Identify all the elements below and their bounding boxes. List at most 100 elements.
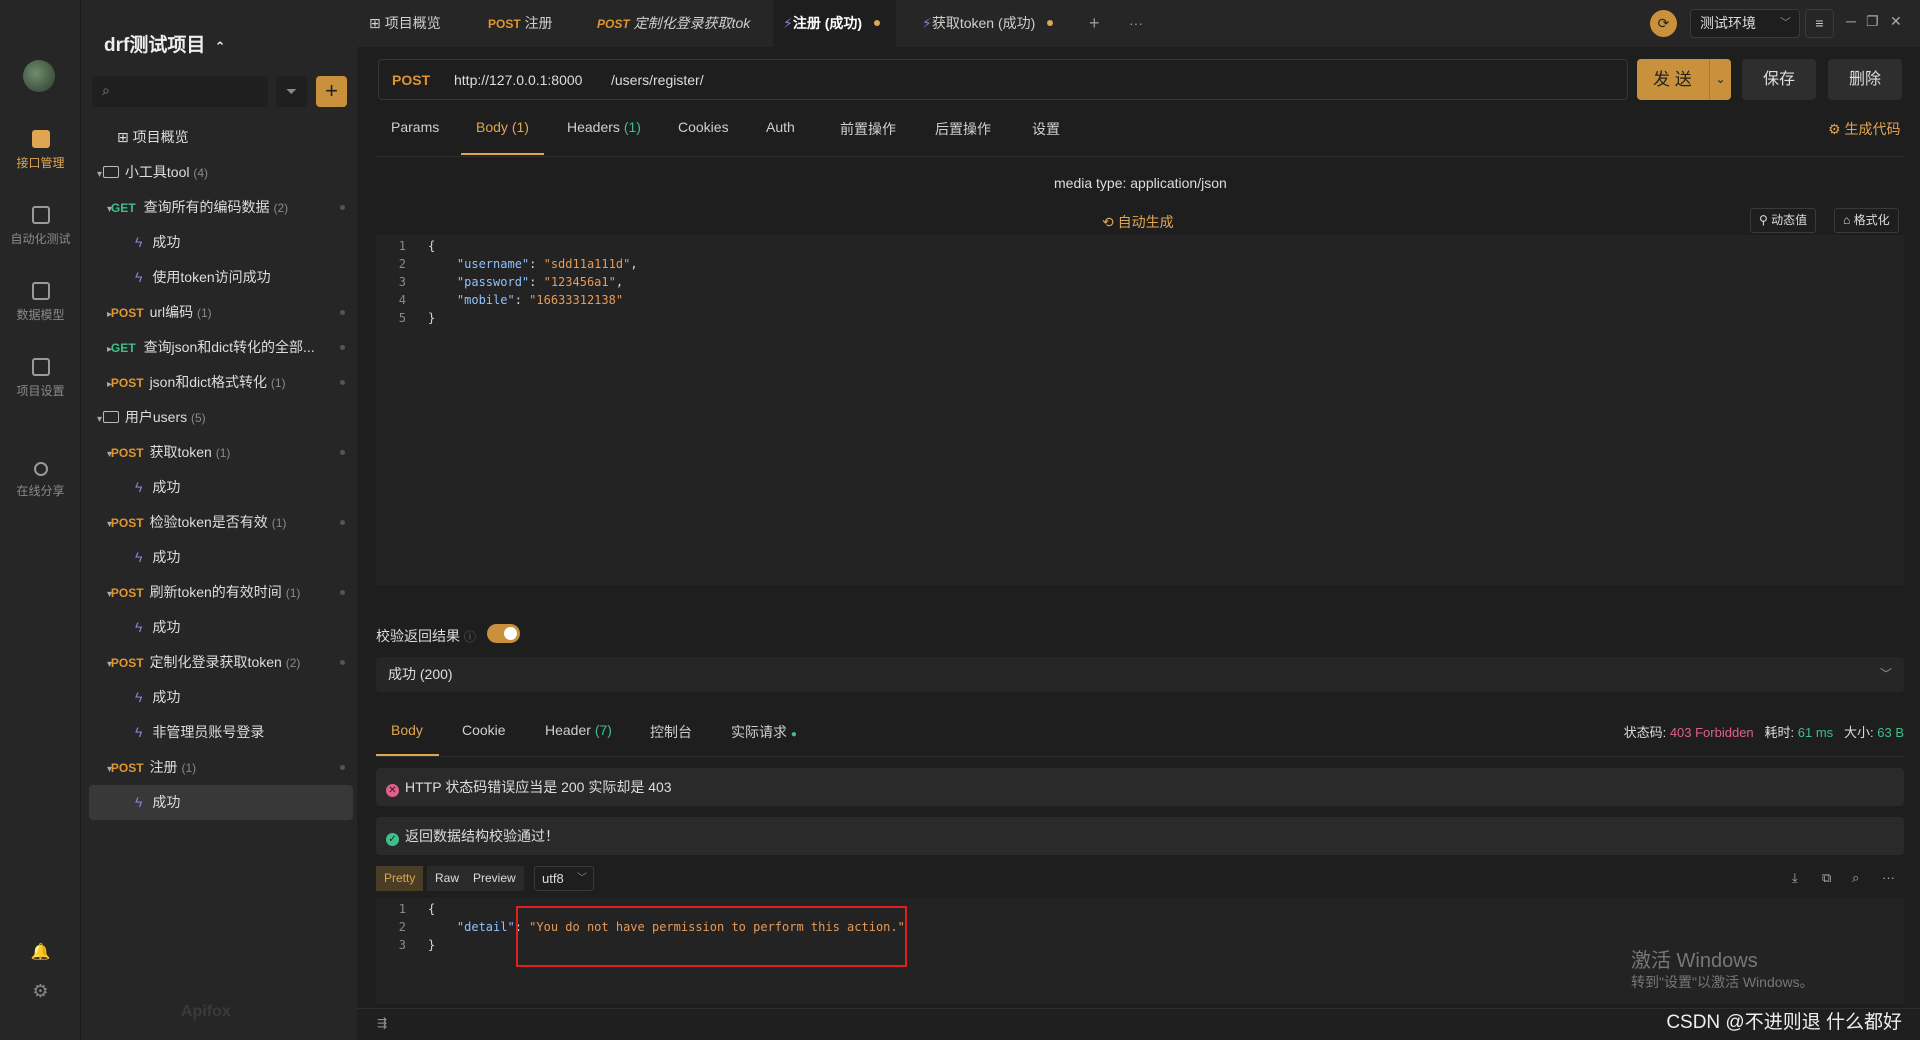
request-body-editor[interactable]: 1 {2 "username": "sdd11a111d", 3 "password… (376, 235, 1904, 585)
rail-item-settings[interactable]: 项目设置 (0, 358, 81, 399)
tab-get-token-success[interactable]: ⚡获取token (成功) (922, 0, 1054, 47)
tree-count: (2) (285, 656, 301, 670)
url-bar[interactable]: POST http://127.0.0.1:8000 /users/regist… (378, 59, 1628, 100)
request-tab-body[interactable]: Body (1) (476, 119, 529, 135)
tab-custom-login[interactable]: POST 定制化登录获取tok (597, 0, 750, 47)
add-button[interactable]: + (316, 76, 347, 107)
request-tab-后置操作[interactable]: 后置操作 (935, 119, 991, 139)
add-tab-button[interactable]: + (1089, 0, 1100, 47)
dynamic-value-button[interactable]: ⚲ 动态值 (1750, 208, 1817, 233)
maximize-icon[interactable]: ❐ (1866, 13, 1879, 30)
project-title[interactable]: drf测试项目 ⌃ (104, 30, 226, 57)
tree-api[interactable]: ▾ GET 查询所有的编码数据 (2) (89, 190, 353, 225)
rail-label: 自动化测试 (10, 232, 71, 246)
save-button[interactable]: 保存 (1742, 59, 1816, 100)
tree-case[interactable]: ϟ 使用token访问成功 (89, 260, 353, 295)
menu-button[interactable]: ≡ (1805, 9, 1834, 38)
tab-overview[interactable]: ⊞ 项目概览 (369, 0, 441, 47)
tree-label: 项目概览 (132, 129, 189, 145)
tree-case[interactable]: ϟ 成功 (89, 470, 353, 505)
filter-button[interactable]: ⏷ (276, 76, 307, 107)
send-label: 发 送 (1653, 70, 1692, 89)
environment-select[interactable]: 测试环境 ﹀ (1690, 9, 1800, 38)
response-tab-0[interactable]: Body (391, 722, 423, 738)
tree-folder[interactable]: ▾ 用户users (5) (89, 400, 353, 435)
close-icon[interactable]: ✕ (1890, 13, 1902, 30)
tree-api[interactable]: ▸ GET 查询json和dict转化的全部... (89, 330, 353, 365)
response-tab-4[interactable]: 实际请求 ● (731, 722, 797, 742)
json-key: "username" (456, 257, 530, 271)
rail-item-automation[interactable]: 自动化测试 (0, 206, 81, 247)
json-punct (428, 293, 457, 307)
raw-button[interactable]: Raw (427, 866, 468, 891)
tree-item-overview[interactable]: ⊞ 项目概览 (89, 120, 353, 155)
delete-button[interactable]: 删除 (1828, 59, 1902, 100)
tree-case[interactable]: ϟ 成功 (89, 610, 353, 645)
tree-api[interactable]: ▸ POST json和dict格式转化 (1) (89, 365, 353, 400)
response-tab-3[interactable]: 控制台 (650, 722, 692, 742)
save-response-icon[interactable]: ⤓ (1792, 870, 1798, 886)
tree-case[interactable]: ϟ 成功 (89, 680, 353, 715)
layout-icon[interactable]: ⇶ (377, 1016, 387, 1030)
format-button[interactable]: ⌂ 格式化 (1834, 208, 1899, 233)
url-path[interactable]: /users/register/ (611, 72, 704, 88)
tree-label: 注册 (149, 759, 178, 775)
avatar[interactable] (23, 60, 55, 92)
line-number: 3 (398, 938, 406, 952)
response-definition-select[interactable]: 成功 (200) ﹀ (376, 657, 1904, 692)
bell-icon[interactable]: 🔔 (0, 942, 81, 962)
line-number: 5 (398, 311, 406, 325)
rail-item-data-model[interactable]: 数据模型 (0, 282, 81, 323)
generate-code-button[interactable]: ⚙ 生成代码 (1828, 119, 1900, 139)
pretty-button[interactable]: Pretty (376, 866, 424, 891)
tree-api[interactable]: ▾ POST 注册 (1) (89, 750, 353, 785)
json-punct: : (529, 275, 544, 289)
request-tab-params[interactable]: Params (391, 119, 439, 135)
preview-button[interactable]: Preview (465, 866, 524, 891)
search-input[interactable]: ⌕ (92, 76, 268, 107)
tree-api[interactable]: ▸ POST url编码 (1) (89, 295, 353, 330)
more-icon[interactable]: ··· (1882, 870, 1895, 885)
tree-case[interactable]: ϟ 成功 (89, 225, 353, 260)
gear-icon[interactable]: ⚙ (0, 981, 81, 1002)
validate-toggle[interactable] (487, 624, 520, 643)
method-select[interactable]: POST (392, 72, 430, 88)
response-tab-2[interactable]: Header (7) (545, 722, 612, 738)
chevron-down-icon[interactable]: ⌄ (1709, 59, 1731, 100)
send-button[interactable]: 发 送 ⌄ (1637, 59, 1731, 100)
minimize-icon[interactable]: ─ (1846, 13, 1856, 29)
caret-down-icon: ▾ (107, 204, 113, 215)
divider (376, 756, 1904, 757)
response-tab-1[interactable]: Cookie (462, 722, 506, 738)
caret-down-icon: ▾ (107, 764, 113, 775)
request-tab-前置操作[interactable]: 前置操作 (840, 119, 896, 139)
copy-icon[interactable]: ⧉ (1822, 870, 1831, 886)
rail-item-api[interactable]: 接口管理 (0, 130, 81, 171)
request-tab-设置[interactable]: 设置 (1032, 119, 1060, 139)
request-tab-headers[interactable]: Headers (1) (567, 119, 641, 135)
auto-generate-button[interactable]: ⟲ 自动生成 (1102, 212, 1174, 232)
request-tab-cookies[interactable]: Cookies (678, 119, 729, 135)
sync-icon[interactable]: ⟳ (1650, 10, 1677, 37)
tree-label: 非管理员账号登录 (152, 724, 265, 740)
tree-folder[interactable]: ▾ 小工具tool (4) (89, 155, 353, 190)
method-badge: GET (110, 201, 136, 215)
folder-icon (102, 411, 119, 423)
tab-register-success[interactable]: ⚡注册 (成功) (773, 0, 897, 47)
tree-api[interactable]: ▾ POST 定制化登录获取token (2) (89, 645, 353, 680)
tree-api[interactable]: ▾ POST 获取token (1) (89, 435, 353, 470)
tree-case[interactable]: ϟ 非管理员账号登录 (89, 715, 353, 750)
tree-api[interactable]: ▾ POST 刷新token的有效时间 (1) (89, 575, 353, 610)
tree-api[interactable]: ▾ POST 检验token是否有效 (1) (89, 505, 353, 540)
encoding-select[interactable]: utf8 ﹀ (534, 866, 594, 891)
request-tab-auth[interactable]: Auth (766, 119, 795, 135)
tree-case[interactable]: ϟ 成功 (89, 540, 353, 575)
tree-case[interactable]: ϟ 成功 (89, 785, 353, 820)
media-type-label: media type: application/json (1054, 175, 1227, 191)
search-icon[interactable]: ⌕ (1852, 870, 1859, 886)
rail-item-share[interactable]: 在线分享 (0, 462, 81, 499)
share-icon (33, 462, 48, 476)
bolt-icon: ϟ (135, 724, 143, 740)
tab-register[interactable]: POST 注册 (488, 0, 553, 47)
more-tabs-button[interactable]: ··· (1129, 0, 1143, 47)
